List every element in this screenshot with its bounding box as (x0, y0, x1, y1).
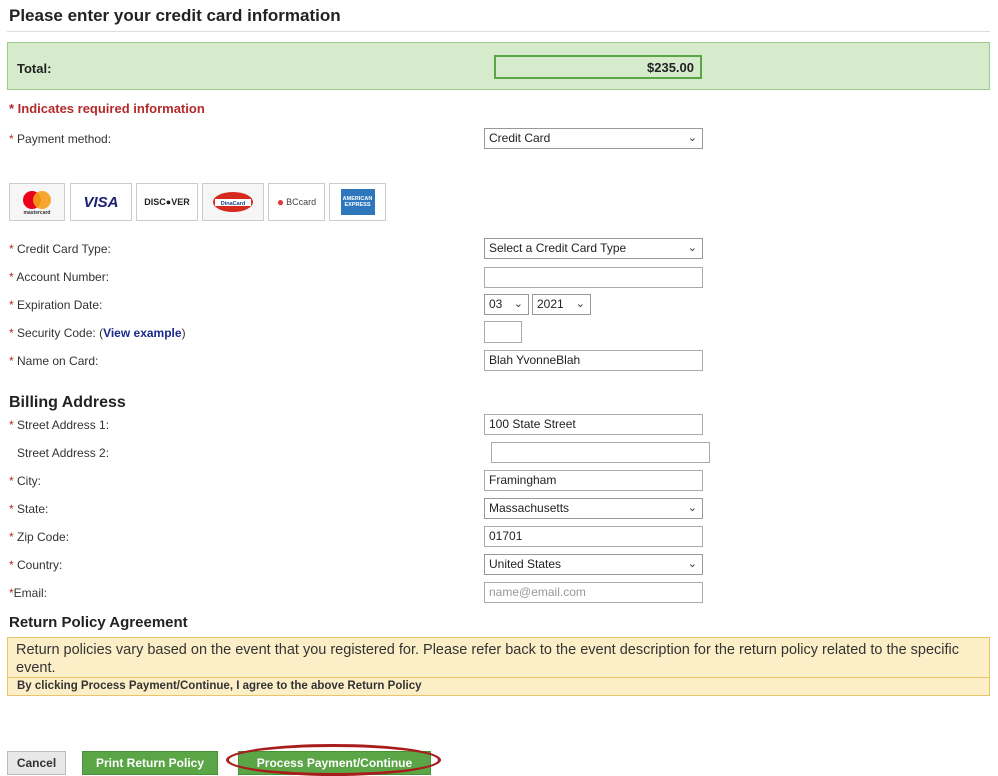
return-policy-agreement: By clicking Process Payment/Continue, I … (7, 677, 990, 696)
expiration-date-label: * Expiration Date: (9, 298, 103, 312)
zip-label: * Zip Code: (9, 530, 70, 544)
chevron-down-icon: ⌄ (687, 558, 697, 570)
security-code-label: * Security Code: (View example) (9, 326, 186, 340)
dinacard-logo: DinaCard (202, 183, 264, 221)
chevron-down-icon: ⌄ (513, 298, 523, 310)
total-label: Total: (17, 61, 52, 76)
print-return-policy-button[interactable]: Print Return Policy (82, 751, 218, 775)
bccard-icon: ● (276, 195, 285, 209)
card-type-label: * Credit Card Type: (9, 242, 111, 256)
exp-month-select[interactable]: 03 ⌄ (484, 294, 529, 315)
name-on-card-label: * Name on Card: (9, 354, 99, 368)
street2-input[interactable] (491, 442, 710, 463)
billing-address-heading: Billing Address (9, 394, 126, 411)
page-title: Please enter your credit card informatio… (9, 6, 341, 25)
title-divider (7, 31, 990, 32)
security-code-input[interactable] (484, 321, 522, 343)
dinacard-icon: DinaCard (213, 192, 253, 212)
payment-method-label: * Payment method: (9, 132, 112, 146)
city-input[interactable]: Framingham (484, 470, 703, 491)
chevron-down-icon: ⌄ (575, 298, 585, 310)
city-label: * City: (9, 474, 42, 488)
zip-input[interactable]: 01701 (484, 526, 703, 547)
account-number-label: * Account Number: (9, 270, 110, 284)
country-label: * Country: (9, 558, 63, 572)
visa-logo: VISA (70, 183, 132, 221)
chevron-down-icon: ⌄ (687, 242, 697, 254)
required-note: * Indicates required information (9, 101, 205, 116)
state-label: * State: (9, 502, 49, 516)
email-input[interactable]: name@email.com (484, 582, 703, 603)
bccard-logo: ● BCcard (268, 183, 325, 221)
chevron-down-icon: ⌄ (687, 132, 697, 144)
street1-input[interactable]: 100 State Street (484, 414, 703, 435)
street1-label: * Street Address 1: (9, 418, 110, 432)
view-example-link[interactable]: View example (103, 326, 182, 340)
email-label: *Email: (9, 586, 48, 600)
card-type-select[interactable]: Select a Credit Card Type ⌄ (484, 238, 703, 259)
state-select[interactable]: Massachusetts ⌄ (484, 498, 703, 519)
payment-method-select[interactable]: Credit Card ⌄ (484, 128, 703, 149)
cancel-button[interactable]: Cancel (7, 751, 66, 775)
total-amount: $235.00 (494, 55, 702, 79)
highlight-ring (226, 744, 441, 776)
street2-label: Street Address 2: (17, 446, 110, 460)
mastercard-icon: mastercard (23, 191, 51, 216)
mastercard-logo: mastercard (9, 183, 65, 221)
chevron-down-icon: ⌄ (687, 502, 697, 514)
country-select[interactable]: United States ⌄ (484, 554, 703, 575)
svg-text:mastercard: mastercard (24, 210, 51, 216)
amex-logo: AMERICAN EXPRESS (329, 183, 386, 221)
discover-logo: DISC●VER (136, 183, 198, 221)
account-number-input[interactable] (484, 267, 703, 288)
svg-text:DinaCard: DinaCard (221, 201, 245, 207)
name-on-card-input[interactable]: Blah YvonneBlah (484, 350, 703, 371)
return-policy-text: Return policies vary based on the event … (16, 642, 960, 676)
return-policy-heading: Return Policy Agreement (9, 614, 188, 631)
exp-year-select[interactable]: 2021 ⌄ (532, 294, 591, 315)
